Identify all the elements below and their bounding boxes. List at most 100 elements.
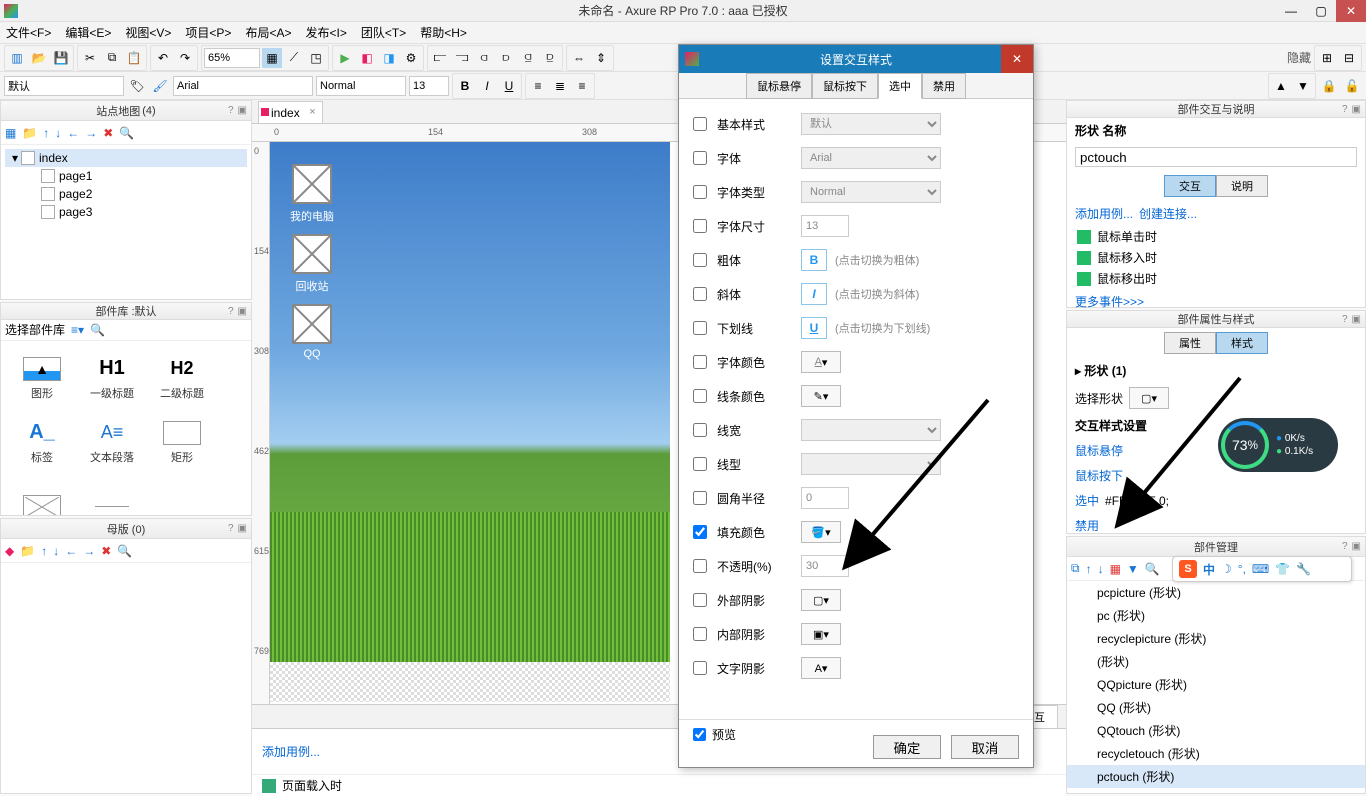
outline-item[interactable]: recycletouch (形状) — [1067, 742, 1365, 765]
shape-picker[interactable]: ▢▾ — [1129, 387, 1169, 409]
btn-underline[interactable]: U — [801, 317, 827, 339]
add-page-icon[interactable]: ▦ — [5, 126, 16, 140]
order-back-icon[interactable]: ▼ — [1293, 76, 1313, 96]
menu-edit[interactable]: 编辑<E> — [65, 24, 111, 41]
canvas-item-qq[interactable]: QQ — [290, 304, 334, 360]
dist-h-icon[interactable]: ⇔ — [569, 48, 589, 68]
chk-base-style[interactable] — [693, 117, 707, 131]
inp-corner[interactable] — [801, 487, 849, 509]
style-press-link[interactable]: 鼠标按下 — [1075, 467, 1123, 484]
bold-button[interactable]: B — [455, 76, 475, 96]
add-case-link[interactable]: 添加用例... — [1075, 205, 1133, 222]
lock-icon[interactable]: 🔒 — [1319, 76, 1339, 96]
unlock-icon[interactable]: 🔓 — [1342, 76, 1362, 96]
font-select[interactable] — [173, 76, 313, 96]
share-button[interactable]: ◨ — [379, 48, 399, 68]
text-align-right-icon[interactable]: ≡ — [572, 76, 592, 96]
btn-italic[interactable]: I — [801, 283, 827, 305]
zoom-select[interactable] — [204, 48, 260, 68]
page-load-event[interactable]: 页面载入时 — [282, 777, 342, 794]
chk-underline[interactable] — [693, 321, 707, 335]
chk-preview[interactable] — [693, 728, 706, 741]
sel-font-type[interactable]: Normal — [801, 181, 941, 203]
outline-item[interactable]: (形状) — [1067, 650, 1365, 673]
menu-help[interactable]: 帮助<H> — [420, 24, 467, 41]
menu-publish[interactable]: 发布<I> — [305, 24, 346, 41]
tree-row-index[interactable]: ▾ index — [5, 149, 247, 167]
ime-moon-icon[interactable]: ☽ — [1221, 562, 1232, 576]
btn-text-shadow[interactable]: A▾ — [801, 657, 841, 679]
chk-corner[interactable] — [693, 491, 707, 505]
widget-hline[interactable] — [77, 475, 147, 515]
tab-notes[interactable]: 说明 — [1216, 175, 1268, 197]
sel-font[interactable]: Arial — [801, 147, 941, 169]
style-hover-link[interactable]: 鼠标悬停 — [1075, 442, 1123, 459]
chk-font-color[interactable] — [693, 355, 707, 369]
chk-inner-shadow[interactable] — [693, 627, 707, 641]
canvas-item-recycle[interactable]: 回收站 — [290, 234, 334, 294]
widget-h1[interactable]: H1一级标题 — [77, 347, 147, 411]
inp-font-size[interactable] — [801, 215, 849, 237]
widget-rectangle[interactable]: 矩形 — [147, 411, 217, 475]
add-master-folder-icon[interactable]: 📁 — [20, 544, 35, 558]
panel-collapse-icon[interactable]: ▣ — [238, 105, 247, 116]
dialog-close-button[interactable]: ✕ — [1001, 45, 1033, 73]
outline-item[interactable]: pctouch (形状) — [1067, 765, 1365, 788]
text-align-left-icon[interactable]: ≡ — [528, 76, 548, 96]
speed-widget[interactable]: 73% 0K/s 0.1K/s — [1218, 418, 1338, 472]
close-tab-icon[interactable]: × — [309, 106, 315, 118]
tab-properties[interactable]: 属性 — [1164, 332, 1216, 354]
new-button[interactable]: ▥ — [7, 48, 27, 68]
widget-paragraph[interactable]: A≡文本段落 — [77, 411, 147, 475]
ime-toolbar[interactable]: S 中 ☽ °, ⌨ 👕 🔧 — [1172, 556, 1352, 582]
underline-button[interactable]: U — [499, 76, 519, 96]
ime-tool-icon[interactable]: 🔧 — [1296, 562, 1311, 576]
menu-team[interactable]: 团队<T> — [361, 24, 406, 41]
menu-project[interactable]: 项目<P> — [185, 24, 231, 41]
chk-font-type[interactable] — [693, 185, 707, 199]
chk-outer-shadow[interactable] — [693, 593, 707, 607]
chk-text-shadow[interactable] — [693, 661, 707, 675]
more-button[interactable]: ⚙ — [401, 48, 421, 68]
outdent-icon[interactable]: ← — [67, 126, 79, 140]
group-button[interactable]: ⊞ — [1317, 48, 1337, 68]
dlg-tab-hover[interactable]: 鼠标悬停 — [746, 73, 812, 99]
chk-line-color[interactable] — [693, 389, 707, 403]
preview-button[interactable]: ▶ — [335, 48, 355, 68]
sel-line-type[interactable] — [801, 453, 941, 475]
sel-line-width[interactable] — [801, 419, 941, 441]
dlg-tab-disabled[interactable]: 禁用 — [922, 73, 966, 99]
menu-view[interactable]: 视图<V> — [125, 24, 171, 41]
menu-layout[interactable]: 布局<A> — [245, 24, 291, 41]
style-icon[interactable]: 🏷 — [127, 76, 147, 96]
shape-name-input[interactable] — [1075, 147, 1357, 167]
tab-interaction[interactable]: 交互 — [1164, 175, 1216, 197]
panel-help-icon[interactable]: ? — [228, 105, 234, 116]
btn-inner-shadow[interactable]: ▣▾ — [801, 623, 841, 645]
event-click[interactable]: 鼠标单击时 — [1067, 226, 1365, 247]
paint-icon[interactable]: 🖌 — [150, 76, 170, 96]
add-folder-icon[interactable]: 📁 — [22, 126, 37, 140]
canvas-item-pc[interactable]: 我的电脑 — [290, 164, 334, 224]
spec-button[interactable]: ◧ — [357, 48, 377, 68]
cut-button[interactable]: ✂ — [80, 48, 100, 68]
chk-opacity[interactable] — [693, 559, 707, 573]
tree-row[interactable]: page3 — [5, 203, 247, 221]
align-right-icon[interactable]: ⫏ — [474, 48, 494, 68]
chk-font-size[interactable] — [693, 219, 707, 233]
connect-mode-button[interactable]: ⟋ — [284, 48, 304, 68]
widget-h2[interactable]: H2二级标题 — [147, 347, 217, 411]
btn-outer-shadow[interactable]: ▢▾ — [801, 589, 841, 611]
design-tab-index[interactable]: index× — [258, 101, 323, 123]
dialog-cancel-button[interactable]: 取消 — [951, 735, 1019, 759]
dist-v-icon[interactable]: ⇕ — [591, 48, 611, 68]
ime-skin-icon[interactable]: 👕 — [1275, 562, 1290, 576]
btn-line-color[interactable]: ✎▾ — [801, 385, 841, 407]
widget-lib-select[interactable]: 选择部件库 — [5, 321, 65, 338]
widget-placeholder[interactable] — [7, 475, 77, 515]
region-button[interactable]: ◳ — [306, 48, 326, 68]
widget-label[interactable]: A_标签 — [7, 411, 77, 475]
outline-item[interactable]: QQtouch (形状) — [1067, 719, 1365, 742]
search-page-icon[interactable]: 🔍 — [119, 126, 134, 140]
align-center-h-icon[interactable]: ⫎ — [452, 48, 472, 68]
